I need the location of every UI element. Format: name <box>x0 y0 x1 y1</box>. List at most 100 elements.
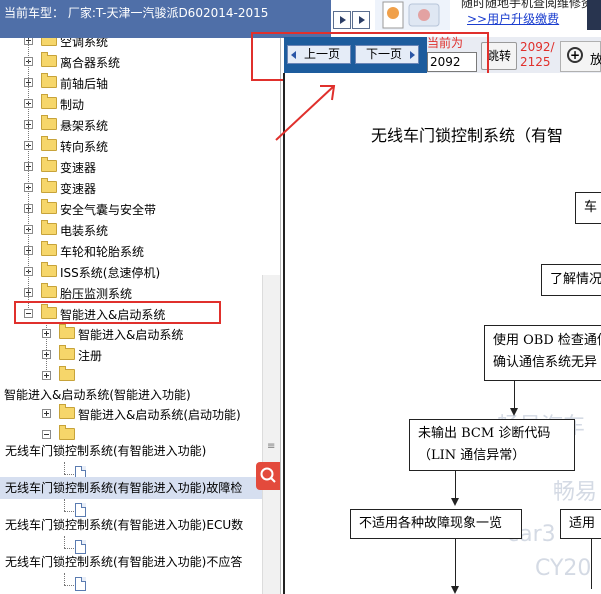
document-list-item[interactable]: 无线车门锁控制系统(有智能进入功能)ECU数 <box>0 514 262 536</box>
watermark: CY20 <box>535 556 592 581</box>
expand-icon[interactable] <box>42 409 51 418</box>
tree-item[interactable]: 前轴后轴 <box>0 73 262 93</box>
folder-icon <box>41 283 57 298</box>
folder-icon <box>41 199 57 214</box>
tree-item[interactable]: 智能进入&启动系统 <box>0 324 262 344</box>
ad-image <box>375 0 450 30</box>
tree-guide-line <box>64 585 74 586</box>
folder-icon <box>41 241 57 256</box>
folder-icon <box>41 115 57 130</box>
tree-item[interactable]: 注册 <box>0 345 262 365</box>
tree-item-label: 变速器 <box>60 161 97 175</box>
collapse-icon[interactable] <box>42 430 51 439</box>
tree-guide-line <box>64 499 65 511</box>
folder-icon <box>59 366 75 381</box>
section-heading[interactable]: 智能进入&启动系统(智能进入功能) <box>4 384 266 406</box>
tree-item-label: 电装系统 <box>60 224 109 238</box>
tree-item-label: 车轮和轮胎系统 <box>60 245 145 259</box>
expand-icon[interactable] <box>42 350 51 359</box>
page-count: 2092/ 2125 <box>520 40 555 70</box>
flow-arrow <box>510 408 518 416</box>
flow-box-text: 不适用各种故障现象一览 <box>359 516 503 531</box>
tree-guide-line <box>64 573 65 585</box>
tree-item-label: 悬架系统 <box>60 119 109 133</box>
tree-guide-line <box>64 511 74 512</box>
zoom-label: 放 <box>590 53 601 68</box>
folder-icon <box>41 262 57 277</box>
tree-guide-line <box>64 548 74 549</box>
tree-item[interactable]: 电装系统 <box>0 220 262 240</box>
flow-box: 使用 OBD 检查通信 确认通信系统无异 <box>484 325 601 381</box>
tree-item-label: 转向系统 <box>60 140 109 154</box>
folder-icon <box>59 404 75 419</box>
tree-guide-line <box>28 30 29 310</box>
flow-box: 未输出 BCM 诊断代码 （LIN 通信异常） <box>409 419 575 471</box>
tree-item[interactable]: 转向系统 <box>0 136 262 156</box>
tree-item[interactable]: 胎压监测系统 <box>0 283 262 303</box>
expand-icon[interactable] <box>42 329 51 338</box>
document-list-item[interactable]: 无线车门锁控制系统(有智能进入功能)故障检 <box>0 477 262 499</box>
folder-icon <box>41 220 57 235</box>
folder-icon <box>59 425 75 440</box>
folder-icon <box>41 178 57 193</box>
page-count-current: 2092/ <box>520 40 555 54</box>
document-title: 无线车门锁控制系统（有智 <box>371 126 564 145</box>
folder-icon <box>41 157 57 172</box>
ad-upgrade-link[interactable]: >>用户升级缴费 <box>467 10 559 27</box>
folder-icon <box>59 345 75 360</box>
folder-icon <box>41 73 57 88</box>
tree-item-label: 前轴后轴 <box>60 77 109 91</box>
folder-icon <box>59 324 75 339</box>
expand-icon[interactable] <box>42 371 51 380</box>
tree-item[interactable]: 变速器 <box>0 178 262 198</box>
collapse-left-icon[interactable] <box>333 11 351 29</box>
flow-arrow <box>451 586 459 594</box>
tree-item-label: ISS系统(怠速停机) <box>60 266 161 280</box>
folder-icon <box>41 136 57 151</box>
flow-box: 车 <box>575 192 601 224</box>
flow-line <box>455 471 456 499</box>
tree-item[interactable]: 智能进入&启动系统(启动功能) <box>0 404 262 424</box>
flow-line <box>455 539 456 589</box>
flow-box-text: 未输出 BCM 诊断代码 <box>418 426 551 441</box>
flow-box-text: 车 <box>584 200 598 215</box>
tree-item[interactable]: 离合器系统 <box>0 52 262 72</box>
flow-line <box>591 539 592 589</box>
flow-box: 适用 <box>560 509 601 539</box>
flow-box-text: （LIN 通信异常） <box>418 448 526 463</box>
tree-scrollbar[interactable]: ≡ <box>262 275 280 594</box>
ad-banner[interactable]: 随时随地手机查阅维修资 >>用户升级缴费 <box>375 0 601 30</box>
flow-box-text: 使用 OBD 检查通信 <box>493 333 601 348</box>
flow-box: 不适用各种故障现象一览 <box>350 509 522 539</box>
search-button[interactable] <box>256 462 280 490</box>
flow-line <box>514 381 515 409</box>
tree-item-label: 智能进入&启动系统(启动功能) <box>78 408 241 422</box>
tree-item-label: 制动 <box>60 98 85 112</box>
flow-box-text: 了解情况 <box>550 272 601 287</box>
vehicle-value: 厂家:T-天津一汽骏派D602014-2015 <box>67 6 269 20</box>
zoom-button[interactable]: + 放 <box>560 41 601 72</box>
zoom-in-icon: + <box>567 47 583 63</box>
tree-item[interactable]: 车轮和轮胎系统 <box>0 241 262 261</box>
document-list-item[interactable]: 无线车门锁控制系统(有智能进入功能) <box>0 440 262 462</box>
tree-item-unlabeled[interactable] <box>0 366 262 386</box>
tree-guide-line <box>64 474 74 475</box>
tree-item[interactable]: 悬架系统 <box>0 115 262 135</box>
flow-box-text: 确认通信系统无异 <box>493 355 598 370</box>
highlight-box <box>14 301 221 324</box>
tree-item-label: 智能进入&启动系统 <box>78 328 184 342</box>
tree-item[interactable]: 变速器 <box>0 157 262 177</box>
tree-item[interactable]: ISS系统(怠速停机) <box>0 262 262 282</box>
tree-guide-line <box>64 536 65 548</box>
tree-item-label: 注册 <box>78 349 103 363</box>
folder-icon <box>41 94 57 109</box>
tree-item-label: 安全气囊与安全带 <box>60 203 157 217</box>
search-icon <box>260 467 276 483</box>
document-list-item[interactable]: 无线车门锁控制系统(有智能进入功能)不应答 <box>0 551 262 573</box>
page-count-total: 2125 <box>520 55 551 69</box>
tree-item[interactable]: 制动 <box>0 94 262 114</box>
scroll-grip-icon: ≡ <box>267 441 276 452</box>
tree-item[interactable]: 安全气囊与安全带 <box>0 199 262 219</box>
expand-right-icon[interactable] <box>352 11 370 29</box>
flow-arrow <box>451 498 459 506</box>
